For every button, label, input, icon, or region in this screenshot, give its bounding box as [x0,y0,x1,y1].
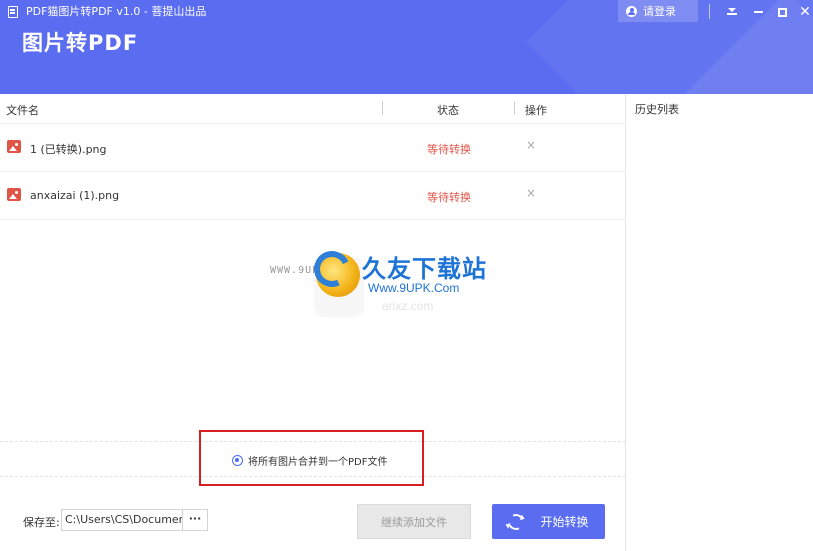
menu-dropdown-icon [727,8,737,15]
highlight-annotation [199,430,424,486]
menu-button[interactable] [722,2,742,22]
column-header-filename: 文件名 [6,104,39,117]
column-header-action: 操作 [525,104,547,117]
history-title: 历史列表 [635,103,679,116]
column-divider [514,101,515,115]
app-logo-icon [8,6,18,18]
image-file-icon [7,140,21,153]
minimize-icon [753,11,763,13]
file-status: 等待转换 [427,191,471,204]
file-name: anxaizai (1).png [30,189,120,202]
add-files-label: 继续添加文件 [381,515,447,529]
watermark-title: 久友下载站 [362,255,487,283]
save-path-input[interactable]: C:\Users\CS\Documents [61,509,183,531]
file-list-panel: 文件名 状态 操作 1 (已转换).png 等待转换 × anxaizai (1… [0,94,626,551]
table-header: 文件名 状态 操作 [0,94,626,124]
history-panel: 历史列表 [627,94,813,551]
maximize-icon [777,7,787,17]
watermark-left-text: WWW.9UPK.COM [270,265,355,276]
start-convert-button[interactable]: 开始转换 [492,504,605,539]
watermark-ghost-shape [314,257,364,317]
table-row[interactable]: anxaizai (1).png 等待转换 × [0,172,626,220]
column-header-status: 状态 [437,104,459,117]
watermark-url-faded: anxz.com [382,299,434,313]
watermark-logo-icon [316,253,360,297]
watermark-logo-ring [308,245,356,293]
watermark: WWW.9UPK.COM 久友下载站 Www.9UPK.Com anxz.com [270,245,510,319]
watermark-url: Www.9UPK.Com [368,281,460,295]
close-button[interactable]: ✕ [795,2,813,22]
window-title: PDF猫图片转PDF v1.0 - 菩提山出品 [26,5,207,18]
add-files-button[interactable]: 继续添加文件 [357,504,471,539]
minimize-button[interactable] [748,2,768,22]
column-divider [382,101,383,115]
browse-folder-button[interactable]: ··· [182,509,208,531]
title-bar-divider [709,4,710,19]
table-row[interactable]: 1 (已转换).png 等待转换 × [0,124,626,172]
close-icon: ✕ [799,4,811,20]
user-icon [626,5,637,17]
refresh-icon [506,511,527,532]
file-status: 等待转换 [427,143,471,156]
login-button[interactable]: 请登录 [618,0,698,22]
file-name: 1 (已转换).png [30,143,107,156]
save-location-label: 保存至: [23,516,60,529]
app-header: PDF猫图片转PDF v1.0 - 菩提山出品 图片转PDF 请登录 ✕ [0,0,813,94]
image-file-icon [7,188,21,201]
remove-file-button[interactable]: × [525,186,537,200]
app-title: 图片转PDF [22,31,139,55]
start-convert-label: 开始转换 [540,515,589,529]
remove-file-button[interactable]: × [525,138,537,152]
maximize-button[interactable] [772,2,792,22]
login-label: 请登录 [643,5,676,18]
